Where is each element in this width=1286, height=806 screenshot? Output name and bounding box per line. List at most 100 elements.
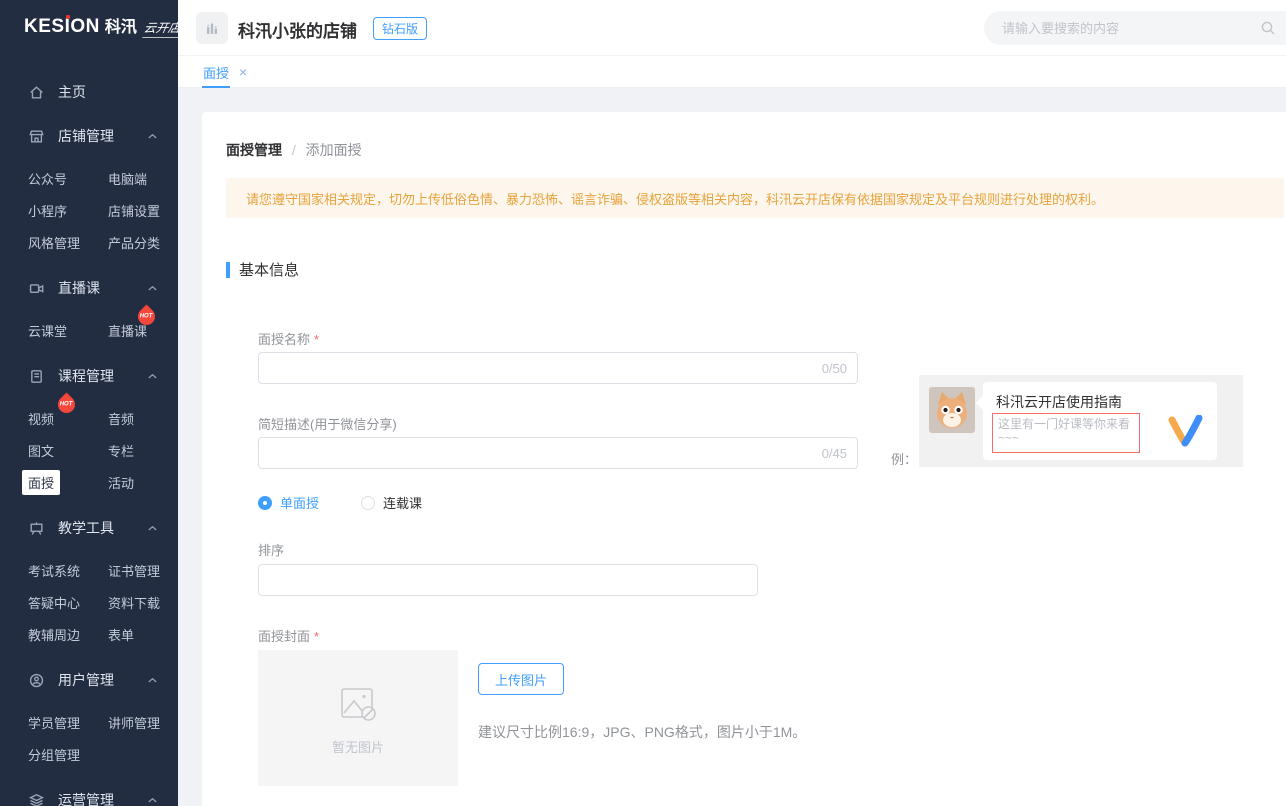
course-icon bbox=[28, 368, 45, 385]
upload-hint-text: 建议尺寸比例16:9，JPG、PNG格式，图片小于1M。 bbox=[478, 722, 806, 742]
sidebar-section[interactable]: 直播课 bbox=[0, 274, 178, 302]
sidebar-section[interactable]: 运营管理 bbox=[0, 786, 178, 806]
search-input[interactable] bbox=[1002, 11, 1223, 45]
sidebar-section[interactable]: 店铺管理 bbox=[0, 122, 178, 150]
cover-field-label: 面授封面* bbox=[258, 626, 319, 645]
sidebar-section-label: 用户管理 bbox=[58, 670, 114, 690]
sidebar-subitem[interactable]: 店铺设置 bbox=[108, 201, 160, 220]
share-card: 科汛云开店使用指南 这里有一门好课等你来看~~~ bbox=[983, 382, 1217, 460]
desc-input[interactable] bbox=[259, 438, 857, 468]
wechat-share-example: 科汛云开店使用指南 这里有一门好课等你来看~~~ bbox=[919, 375, 1243, 467]
sidebar-subitem[interactable]: 视频HOT bbox=[28, 409, 54, 428]
live-icon bbox=[28, 280, 45, 297]
breadcrumb-main[interactable]: 面授管理 bbox=[226, 142, 282, 158]
required-star: * bbox=[314, 629, 319, 644]
name-input[interactable] bbox=[259, 353, 857, 383]
sidebar-subitem[interactable]: 表单 bbox=[108, 625, 134, 644]
radio-dot-icon[interactable] bbox=[361, 496, 375, 510]
sidebar-subgrid: 云课堂 直播课HOT bbox=[0, 314, 178, 346]
sidebar-subgrid: 考试系统 证书管理答疑中心 资料下载教辅周边 表单 bbox=[0, 554, 178, 650]
plan-badge[interactable]: 钻石版 bbox=[373, 17, 427, 40]
main-card: 面授管理 / 添加面授 请您遵守国家相关规定，切勿上传低俗色情、暴力恐怖、谣言诈… bbox=[202, 112, 1286, 806]
sidebar-subitem[interactable]: 活动 bbox=[108, 473, 134, 492]
sidebar-subitem[interactable]: 图文 bbox=[28, 441, 54, 460]
sidebar-subitem[interactable]: 证书管理 bbox=[108, 561, 160, 580]
sidebar-subitem[interactable]: 专栏 bbox=[108, 441, 134, 460]
brand-text: KESION bbox=[24, 16, 100, 37]
sidebar-subitem[interactable]: 产品分类 bbox=[108, 233, 160, 252]
sidebar-subgrid: 公众号 电脑端小程序 店铺设置风格管理 产品分类 bbox=[0, 162, 178, 258]
sidebar-subitem[interactable]: 考试系统 bbox=[28, 561, 80, 580]
tab-bar: 面授 × bbox=[178, 56, 1286, 88]
no-image-text: 暂无图片 bbox=[332, 737, 384, 756]
name-field-label: 面授名称* bbox=[258, 329, 319, 348]
chevron-up-icon[interactable] bbox=[147, 373, 158, 380]
cat-avatar bbox=[929, 387, 975, 433]
share-desc-highlight-box: 这里有一门好课等你来看~~~ bbox=[992, 413, 1140, 453]
sort-input-wrap bbox=[258, 564, 758, 596]
breadcrumb: 面授管理 / 添加面授 bbox=[226, 140, 362, 160]
sidebar-subgrid: 视频HOT 音频图文 专栏面授 活动 bbox=[0, 402, 178, 498]
sidebar-subitem[interactable]: 音频 bbox=[108, 409, 134, 428]
chevron-up-icon[interactable] bbox=[147, 525, 158, 532]
brand-cn-text: 科汛 bbox=[105, 19, 137, 36]
tab-mianshou[interactable]: 面授 × bbox=[202, 56, 247, 88]
tab-label[interactable]: 面授 bbox=[202, 56, 230, 88]
share-card-title: 科汛云开店使用指南 bbox=[996, 392, 1122, 412]
sidebar-subitem[interactable]: 公众号 bbox=[28, 169, 67, 188]
store-name: 科汛小张的店铺 bbox=[238, 17, 357, 42]
sidebar-item-label: 主页 bbox=[58, 82, 86, 102]
ops-icon bbox=[28, 792, 45, 806]
sidebar-section[interactable]: 用户管理 bbox=[0, 666, 178, 694]
no-image-icon bbox=[335, 681, 381, 727]
chevron-up-icon[interactable] bbox=[147, 285, 158, 292]
chevron-up-icon[interactable] bbox=[147, 677, 158, 684]
search-icon[interactable] bbox=[1260, 20, 1276, 36]
home-icon bbox=[28, 84, 45, 101]
radio-single-course[interactable]: 单面授 bbox=[258, 493, 319, 512]
sidebar-nav: 主页店铺管理公众号 电脑端小程序 店铺设置风格管理 产品分类直播课云课堂 直播课HOT 课… bbox=[0, 78, 178, 806]
sidebar-subitem[interactable]: 答疑中心 bbox=[28, 593, 80, 612]
name-input-wrap: 0/50 bbox=[258, 352, 858, 384]
sidebar-subitem[interactable]: 教辅周边 bbox=[28, 625, 80, 644]
sidebar-subitem[interactable]: 资料下载 bbox=[108, 593, 160, 612]
upload-image-button[interactable]: 上传图片 bbox=[478, 663, 564, 695]
sidebar-subitem[interactable]: 学员管理 bbox=[28, 713, 80, 732]
cover-placeholder[interactable]: 暂无图片 bbox=[258, 650, 458, 786]
example-prefix: 例： bbox=[891, 449, 917, 468]
sidebar-subitem[interactable]: 云课堂 bbox=[28, 321, 67, 340]
v-logo-icon bbox=[1165, 415, 1205, 449]
radio-dot-icon[interactable] bbox=[258, 496, 272, 510]
sidebar-section[interactable]: 课程管理 bbox=[0, 362, 178, 390]
hot-badge-icon: HOT bbox=[134, 304, 158, 328]
brand-suffix-text: 云开店 bbox=[142, 19, 178, 38]
content-area: 面授管理 / 添加面授 请您遵守国家相关规定，切勿上传低俗色情、暴力恐怖、谣言诈… bbox=[178, 89, 1286, 806]
desc-char-counter: 0/45 bbox=[822, 446, 847, 461]
sidebar-subitem[interactable]: 直播课HOT bbox=[108, 321, 147, 340]
breadcrumb-separator: / bbox=[292, 142, 296, 158]
sidebar-subitem[interactable]: 风格管理 bbox=[28, 233, 80, 252]
sidebar-section[interactable]: 教学工具 bbox=[0, 514, 178, 542]
sidebar-section-label: 课程管理 bbox=[58, 366, 114, 386]
brand-i-accent: I bbox=[65, 16, 71, 37]
sidebar-subitem[interactable]: 小程序 bbox=[28, 201, 67, 220]
sidebar-subitem[interactable]: 分组管理 bbox=[28, 745, 80, 764]
desc-input-wrap: 0/45 bbox=[258, 437, 858, 469]
share-card-desc: 这里有一门好课等你来看~~~ bbox=[993, 414, 1139, 449]
chevron-up-icon[interactable] bbox=[147, 797, 158, 804]
shop-icon bbox=[28, 128, 45, 145]
radio-serial-course[interactable]: 连载课 bbox=[361, 493, 422, 512]
sidebar: KESION 科汛云开店 主页店铺管理公众号 电脑端小程序 店铺设置风格管理 产品分类直… bbox=[0, 0, 178, 806]
sidebar-item-home[interactable]: 主页 bbox=[0, 78, 178, 106]
required-star: * bbox=[314, 332, 319, 347]
sort-input[interactable] bbox=[259, 565, 757, 595]
tab-close-icon[interactable]: × bbox=[239, 65, 247, 79]
sidebar-section-label: 直播课 bbox=[58, 278, 100, 298]
chevron-up-icon[interactable] bbox=[147, 133, 158, 140]
sidebar-subitem[interactable]: 讲师管理 bbox=[108, 713, 160, 732]
search-box bbox=[984, 11, 1286, 45]
policy-notice-banner: 请您遵守国家相关规定，切勿上传低俗色情、暴力恐怖、谣言诈骗、侵权盗版等相关内容，… bbox=[226, 178, 1284, 218]
sidebar-subitem[interactable]: 面授 bbox=[22, 470, 60, 495]
sidebar-subitem[interactable]: 电脑端 bbox=[108, 169, 147, 188]
sort-field-label: 排序 bbox=[258, 540, 284, 559]
